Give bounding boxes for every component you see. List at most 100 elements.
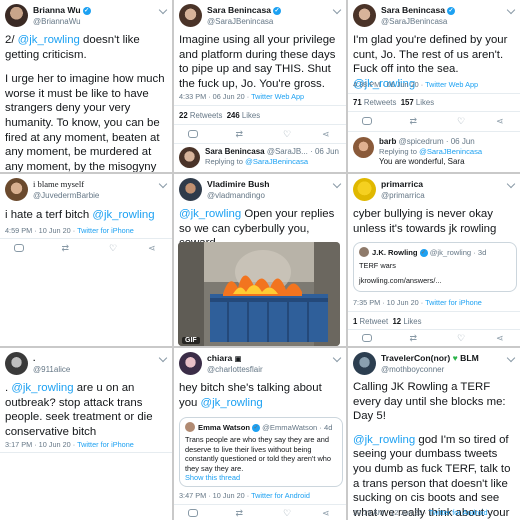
display-name[interactable]: Sara Benincasa <box>381 5 445 15</box>
avatar[interactable] <box>179 178 202 201</box>
reply-icon[interactable] <box>362 334 372 342</box>
mention-link[interactable]: @jk_rowling <box>201 397 263 409</box>
mention-link[interactable]: @jk_rowling <box>353 434 415 446</box>
like-count[interactable]: 246 <box>227 111 240 120</box>
mention-link[interactable]: @jk_rowling <box>179 208 241 220</box>
chevron-down-icon[interactable] <box>506 5 516 15</box>
tweet-card[interactable]: Sara Benincasa ✓ @SaraJBenincasa Imagine … <box>174 0 346 172</box>
handle: @EmmaWatson · 4d <box>262 423 333 432</box>
source-link[interactable]: Twitter for Android <box>429 508 488 517</box>
handle[interactable]: @SaraJB... · 06 Jun <box>267 147 339 156</box>
avatar[interactable] <box>353 352 376 375</box>
handle[interactable]: @SaraJBenincasa <box>207 17 273 26</box>
tweet-card[interactable]: i blame myself @JuvedermBarbie i hate a … <box>0 174 172 346</box>
avatar[interactable] <box>5 178 28 201</box>
chevron-down-icon[interactable] <box>506 353 516 363</box>
chevron-down-icon[interactable] <box>332 179 342 189</box>
tweet-card[interactable]: Brianna Wu ✓ @BriannaWu 2/ @jk_rowling do… <box>0 0 172 172</box>
tweet-card[interactable]: . @911alice . @jk_rowling are u on an ou… <box>0 348 172 520</box>
tweet-card[interactable]: TravelerCon(nor) ♥ BLM @mothboyconner Ca… <box>348 348 520 520</box>
avatar[interactable] <box>5 4 28 27</box>
source-link[interactable]: Twitter for iPhone <box>77 440 134 449</box>
handle[interactable]: @charlottesflair <box>207 365 263 374</box>
mention-link[interactable]: @SaraJBenincasa <box>419 147 482 156</box>
retweet-icon[interactable]: ⇄ <box>62 244 72 253</box>
like-count[interactable]: 157 <box>401 98 414 107</box>
heart-icon[interactable]: ♡ <box>109 244 119 253</box>
retweet-icon[interactable]: ⇄ <box>410 117 420 126</box>
display-name[interactable]: Vladimire Bush <box>207 179 270 189</box>
chevron-down-icon[interactable] <box>332 5 342 15</box>
quoted-tweet[interactable]: J.K. Rowling ✓ @jk_rowling · 3d TERF wars… <box>353 242 517 292</box>
share-icon[interactable]: ⋖ <box>322 130 332 139</box>
retweet-count[interactable]: 22 <box>179 111 188 120</box>
chevron-down-icon[interactable] <box>158 179 168 189</box>
mention-link[interactable]: @jk_rowling <box>18 34 80 46</box>
heart-icon[interactable]: ♡ <box>457 117 467 126</box>
quoted-tweet[interactable]: Emma Watson ✓ @EmmaWatson · 4d Trans peop… <box>179 417 343 487</box>
display-name[interactable]: primarrica <box>381 179 423 189</box>
retweet-icon[interactable]: ⇄ <box>236 509 246 518</box>
source-link[interactable]: Twitter for Android <box>251 491 310 500</box>
handle[interactable]: @911alice <box>33 365 70 374</box>
gif-media[interactable]: GIF <box>178 242 340 346</box>
reply-icon[interactable] <box>14 244 24 252</box>
quoted-link[interactable]: jkrowling.com/answers/... <box>359 276 512 286</box>
chevron-down-icon[interactable] <box>158 353 168 363</box>
retweet-icon[interactable]: ⇄ <box>410 334 420 343</box>
source-link[interactable]: Twitter for iPhone <box>77 226 134 235</box>
mention-link[interactable]: @jk_rowling <box>92 209 154 221</box>
tweet-card[interactable]: chiara ▣ @charlottesflair hey bitch she'… <box>174 348 346 520</box>
retweet-count[interactable]: 71 <box>353 98 362 107</box>
chevron-down-icon[interactable] <box>158 5 168 15</box>
retweet-count[interactable]: 1 <box>353 317 357 326</box>
mention-link[interactable]: @SaraJBenincasa <box>245 157 308 166</box>
display-name[interactable]: Brianna Wu <box>33 5 81 15</box>
heart-icon[interactable]: ♡ <box>457 334 467 343</box>
mention-link[interactable]: @jk_rowling <box>11 382 73 394</box>
display-name: Emma Watson <box>198 423 251 432</box>
avatar[interactable] <box>179 352 202 375</box>
source-link[interactable]: Twitter for iPhone <box>425 298 482 307</box>
share-icon[interactable]: ⋖ <box>496 117 506 126</box>
handle[interactable]: @vladmandingo <box>207 191 265 200</box>
display-name[interactable]: chiara <box>207 353 232 363</box>
avatar[interactable] <box>353 178 376 201</box>
share-icon[interactable]: ⋖ <box>496 334 506 343</box>
chevron-down-icon[interactable] <box>332 353 342 363</box>
avatar[interactable] <box>353 137 374 158</box>
tweet-card[interactable]: Sara Benincasa ✓ @SaraJBenincasa I'm glad… <box>348 0 520 172</box>
handle[interactable]: @BriannaWu <box>33 17 81 26</box>
quoted-text: TERF wars <box>359 261 396 270</box>
retweet-icon[interactable]: ⇄ <box>236 130 246 139</box>
avatar[interactable] <box>179 4 202 27</box>
like-count[interactable]: 12 <box>392 317 401 326</box>
source-link[interactable]: Twitter Web App <box>251 92 304 101</box>
handle[interactable]: @SaraJBenincasa <box>381 17 447 26</box>
handle[interactable]: @mothboyconner <box>381 365 444 374</box>
reply-icon[interactable] <box>188 509 198 517</box>
share-icon[interactable]: ⋖ <box>322 509 332 518</box>
display-name[interactable]: Sara Benincasa <box>205 147 265 156</box>
reply-icon[interactable] <box>362 117 372 125</box>
reply-icon[interactable] <box>188 130 198 138</box>
display-name[interactable]: i blame myself <box>33 179 84 189</box>
display-name[interactable]: barb <box>379 137 396 146</box>
display-name[interactable]: . <box>33 353 35 363</box>
avatar[interactable] <box>353 4 376 27</box>
tweet-card[interactable]: Vladimire Bush @vladmandingo @jk_rowling… <box>174 174 346 346</box>
avatar[interactable] <box>5 352 28 375</box>
share-icon[interactable]: ⋖ <box>148 244 158 253</box>
display-name[interactable]: TravelerCon(nor) <box>381 353 450 363</box>
source-link[interactable]: Twitter Web App <box>425 80 478 89</box>
show-thread-link[interactable]: Show this thread <box>185 473 338 483</box>
display-name[interactable]: Sara Benincasa <box>207 5 271 15</box>
heart-icon[interactable]: ♡ <box>283 130 293 139</box>
chevron-down-icon[interactable] <box>506 179 516 189</box>
handle[interactable]: @spicedrum · 06 Jun <box>399 137 475 146</box>
tweet-card[interactable]: primarrica @primarrica cyber bullying is… <box>348 174 520 346</box>
avatar[interactable] <box>179 147 200 168</box>
handle[interactable]: @primarrica <box>381 191 425 200</box>
handle[interactable]: @JuvedermBarbie <box>33 191 99 200</box>
heart-icon[interactable]: ♡ <box>283 509 293 518</box>
